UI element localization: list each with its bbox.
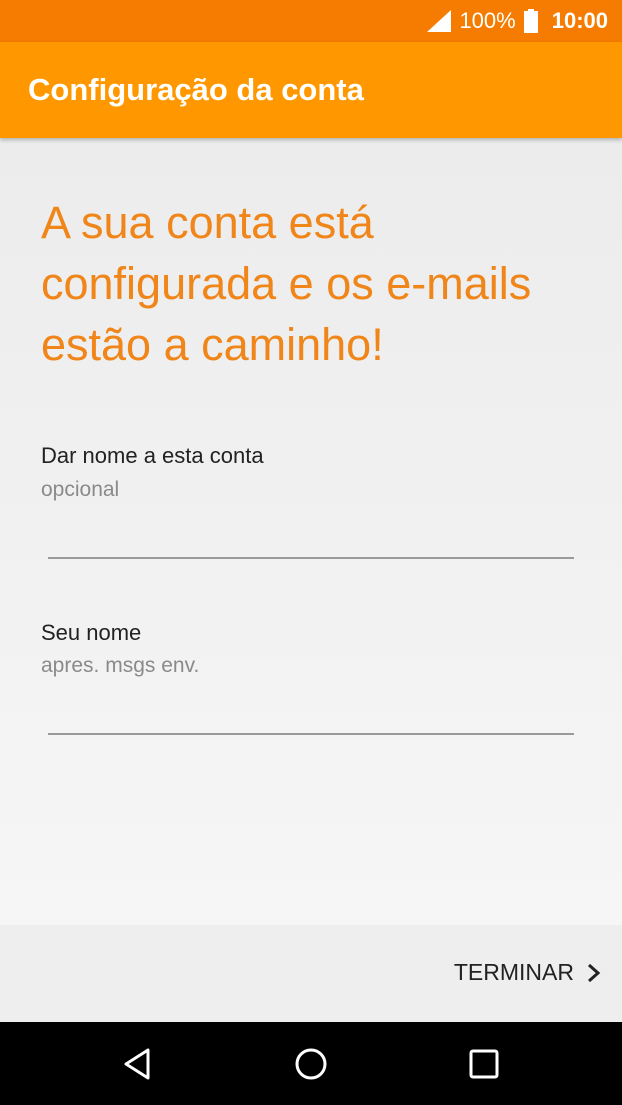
page-title: Configuração da conta bbox=[28, 72, 364, 107]
clock: 10:00 bbox=[551, 8, 608, 33]
recents-icon[interactable] bbox=[466, 1046, 502, 1082]
battery-percent: 100% bbox=[459, 8, 516, 33]
battery-full-icon bbox=[523, 9, 538, 33]
account-name-label: Dar nome a esta conta bbox=[41, 443, 264, 468]
your-name-hint[interactable]: apres. msgs env. bbox=[41, 654, 199, 678]
success-headline: A sua conta está configurada e os e-mail… bbox=[41, 197, 532, 370]
main-content: A sua conta está configurada e os e-mail… bbox=[0, 138, 622, 925]
home-icon[interactable] bbox=[293, 1046, 329, 1082]
status-bar: 100% 10:00 bbox=[0, 0, 622, 42]
signal-full-icon bbox=[427, 10, 452, 32]
navigation-bar bbox=[0, 1022, 622, 1105]
finish-button[interactable]: TERMINAR bbox=[454, 959, 602, 986]
your-name-label: Seu nome bbox=[41, 620, 142, 645]
app-bar: Configuração da conta bbox=[0, 42, 622, 138]
account-name-input[interactable] bbox=[48, 557, 574, 559]
chevron-right-icon bbox=[588, 963, 601, 982]
footer: TERMINAR bbox=[0, 925, 622, 1022]
back-icon[interactable] bbox=[120, 1046, 156, 1082]
account-name-hint[interactable]: opcional bbox=[41, 478, 119, 502]
finish-button-label: TERMINAR bbox=[453, 959, 574, 985]
your-name-input[interactable] bbox=[48, 733, 574, 735]
